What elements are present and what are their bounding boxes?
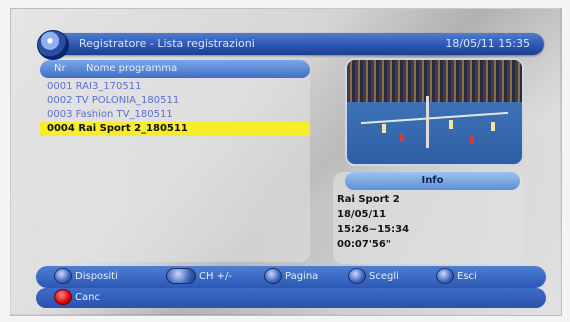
page-title: Registratore - Lista registrazioni: [79, 37, 255, 50]
list-item[interactable]: 0001 RAI3_170511: [40, 80, 310, 94]
list-item[interactable]: 0003 Fashion TV_180511: [40, 108, 310, 122]
key-help-bar-2: Canc: [36, 288, 546, 308]
preview-stands: [347, 60, 522, 102]
key-dispositivi[interactable]: Dispositi: [54, 266, 118, 288]
preview-player: [399, 132, 404, 142]
list-item-selected[interactable]: 0004 Rai Sport 2_180511: [40, 122, 310, 136]
preview-player: [469, 134, 474, 144]
column-program-name: Nome programma: [86, 63, 178, 74]
key-help-bar: Dispositi CH +/- Pagina Scegli Esci: [36, 266, 546, 288]
exit-button-icon: [436, 268, 454, 284]
recordings-list: 0001 RAI3_170511 0002 TV POLONIA_180511 …: [40, 80, 310, 136]
preview-player: [382, 124, 386, 134]
key-scegli[interactable]: Scegli: [348, 266, 399, 288]
preview-player: [448, 120, 453, 130]
key-pagina[interactable]: Pagina: [264, 266, 318, 288]
info-title: Info: [345, 172, 520, 190]
page-updown-icon: [264, 268, 282, 284]
key-canc[interactable]: Canc: [54, 288, 100, 308]
info-time-range: 15:26~15:34: [337, 224, 410, 235]
blue-button-icon: [54, 268, 72, 284]
preview-net: [425, 96, 429, 149]
red-button-icon: [54, 289, 72, 305]
list-header: Nr Nome programma: [40, 60, 310, 78]
info-date: 18/05/11: [337, 209, 387, 220]
title-bar: Registratore - Lista registrazioni 18/05…: [37, 30, 544, 60]
info-lines: Rai Sport 2 18/05/11 15:26~15:34 00:07'5…: [337, 192, 517, 252]
preview-court: [347, 101, 522, 164]
column-nr: Nr: [54, 63, 66, 74]
key-esci[interactable]: Esci: [436, 266, 477, 288]
info-duration: 00:07'56": [337, 239, 392, 250]
info-channel: Rai Sport 2: [337, 194, 400, 205]
channel-updown-icon: [166, 268, 196, 284]
date-time: 18/05/11 15:35: [445, 37, 530, 50]
video-preview: [345, 58, 524, 166]
list-item[interactable]: 0002 TV POLONIA_180511: [40, 94, 310, 108]
key-channel[interactable]: CH +/-: [166, 266, 232, 288]
recorder-icon: [37, 30, 69, 60]
preview-player: [490, 122, 495, 132]
ok-button-icon: [348, 268, 366, 284]
